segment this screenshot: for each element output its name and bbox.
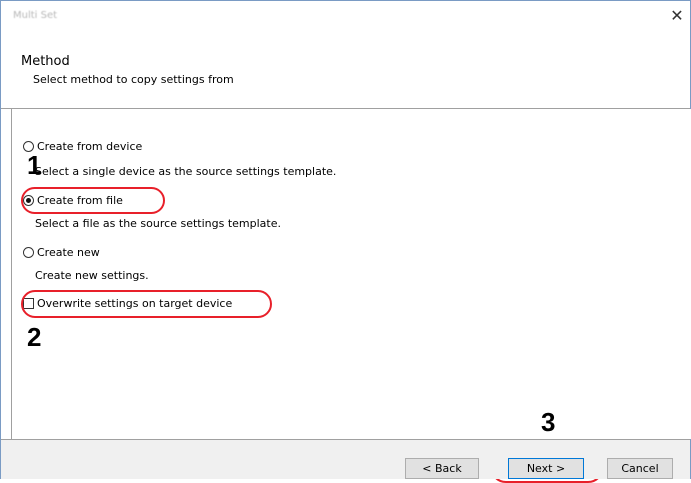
dialog-window: Multi Set ✕ Method Select method to copy… bbox=[0, 0, 691, 483]
close-icon[interactable]: ✕ bbox=[666, 5, 688, 27]
title-bar: Multi Set ✕ bbox=[1, 1, 690, 31]
highlight-overwrite bbox=[21, 290, 272, 318]
radio-create-new[interactable]: Create new bbox=[23, 246, 100, 259]
highlight-create-from-file bbox=[21, 187, 165, 214]
step-number-2: 2 bbox=[27, 322, 42, 352]
option-description: Select a file as the source settings tem… bbox=[35, 217, 281, 230]
back-button[interactable]: < Back bbox=[405, 458, 479, 479]
wizard-header: Method Select method to copy settings fr… bbox=[1, 47, 690, 107]
window-title: Multi Set bbox=[13, 10, 58, 21]
cancel-button[interactable]: Cancel bbox=[607, 458, 673, 479]
radio-label: Create from device bbox=[37, 140, 143, 153]
radio-icon[interactable] bbox=[23, 247, 34, 258]
button-bar: < Back Next > Cancel bbox=[1, 439, 690, 479]
radio-label: Create new bbox=[37, 246, 100, 259]
step-number-3: 3 bbox=[541, 407, 556, 437]
option-description: Select a single device as the source set… bbox=[35, 165, 337, 178]
next-button[interactable]: Next > bbox=[508, 458, 584, 479]
page-title: Method bbox=[21, 54, 70, 69]
option-description: Create new settings. bbox=[35, 269, 149, 282]
step-number-1: 1 bbox=[27, 150, 42, 180]
page-subtitle: Select method to copy settings from bbox=[33, 73, 234, 86]
